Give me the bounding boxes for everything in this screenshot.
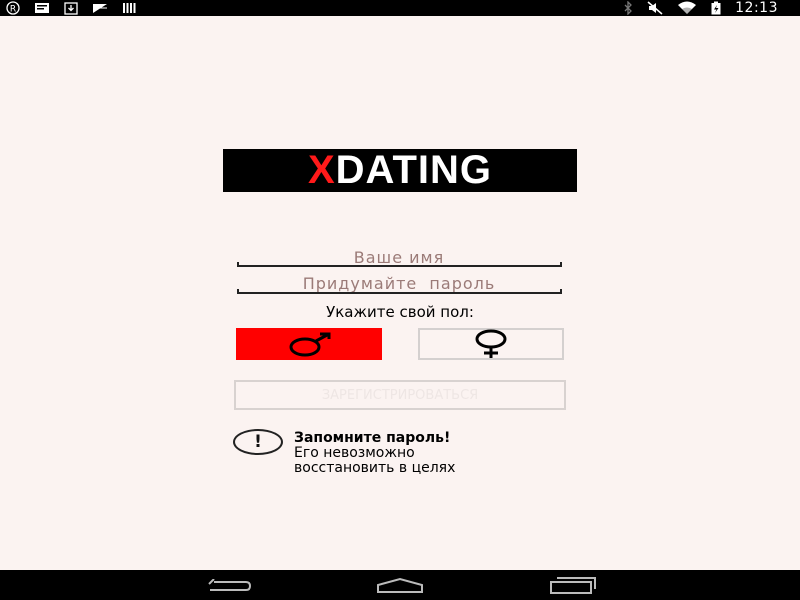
warning-icon: ! (233, 429, 283, 455)
navigation-bar (0, 570, 800, 600)
male-symbol-icon (289, 332, 331, 357)
mute-icon (647, 1, 663, 15)
gender-female-button[interactable] (418, 328, 564, 360)
download-icon (64, 1, 78, 15)
notice-text: Его невозможно восстановить в целях (294, 445, 456, 476)
logo-x: X (307, 148, 336, 192)
gender-male-button[interactable] (236, 328, 382, 360)
gender-label: Укажите свой пол: (326, 303, 474, 321)
name-input-underline (237, 262, 562, 267)
status-bar-left: R (6, 1, 137, 15)
app-logo: X DATING (223, 148, 577, 192)
recent-apps-icon[interactable] (549, 576, 597, 594)
status-bar-right: 12:13 (623, 0, 778, 16)
status-bar: R 12:13 (0, 0, 800, 16)
status-clock: 12:13 (735, 0, 778, 16)
registered-icon: R (6, 1, 20, 15)
message-icon (35, 3, 49, 13)
barcode-icon (123, 3, 136, 13)
female-symbol-icon (475, 329, 507, 358)
password-input-underline (237, 289, 562, 294)
mail-icon (93, 4, 107, 13)
register-button[interactable]: ЗАРЕГИСТРИРОВАТЬСЯ (234, 380, 566, 410)
home-icon[interactable] (376, 577, 424, 593)
svg-text:R: R (10, 5, 16, 15)
wifi-icon (678, 1, 697, 14)
notice-title: Запомните пароль! (294, 430, 451, 446)
logo-dating: DATING (335, 148, 493, 192)
back-icon[interactable] (206, 579, 252, 593)
bluetooth-icon (624, 1, 633, 15)
battery-charging-icon (711, 1, 721, 15)
